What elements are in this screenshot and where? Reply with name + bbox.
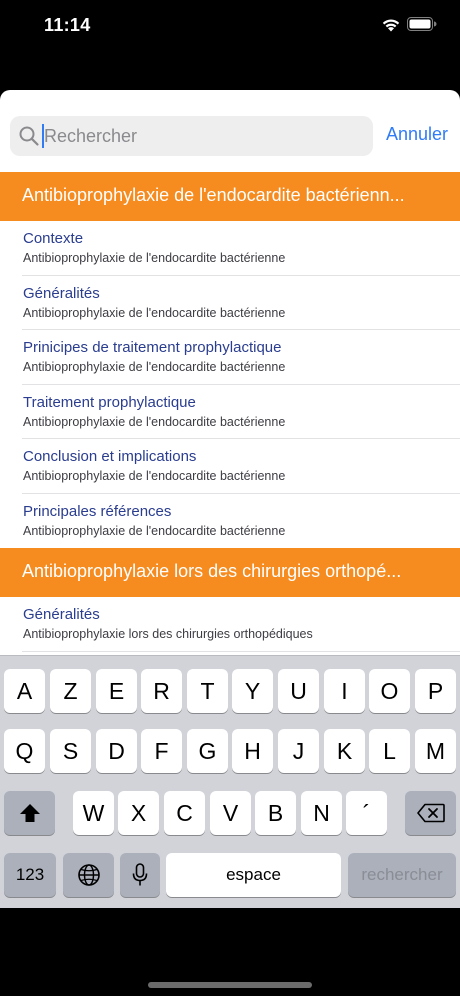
space-key[interactable]: espace — [166, 853, 341, 897]
home-indicator — [148, 982, 312, 988]
list-item-subtitle: Antibioprophylaxie de l'endocardite bact… — [23, 414, 286, 429]
key-r[interactable]: R — [141, 669, 182, 713]
list-item-subtitle: Antibioprophylaxie de l'endocardite bact… — [23, 469, 286, 483]
key-f[interactable]: F — [141, 729, 182, 773]
list-item-title: Prinicipes de traitement prophylactique — [23, 339, 282, 356]
list-item-subtitle: Antibioprophylaxie de l'endocardite bact… — [23, 251, 286, 265]
key-x[interactable]: X — [118, 791, 159, 835]
key-acute-accent[interactable]: ´ — [346, 791, 387, 835]
key-e[interactable]: E — [96, 669, 137, 713]
key-u[interactable]: U — [278, 669, 319, 713]
key-k[interactable]: K — [324, 729, 365, 773]
globe-key[interactable] — [63, 853, 114, 897]
list-item-subtitle: Antibioprophylaxie de l'endocardite bact… — [23, 305, 286, 320]
status-time: 11:14 — [44, 15, 91, 35]
microphone-icon — [132, 863, 148, 886]
key-b[interactable]: B — [255, 791, 296, 835]
search-results: Antibioprophylaxie de l'endocardite bact… — [0, 172, 460, 652]
key-z[interactable]: Z — [50, 669, 91, 713]
search-input[interactable] — [44, 116, 364, 156]
key-q[interactable]: Q — [4, 729, 45, 773]
section-header: Antibioprophylaxie lors des chirurgies o… — [0, 548, 460, 597]
key-v[interactable]: V — [210, 791, 251, 835]
list-item[interactable]: Principales références Antibioprophylaxi… — [0, 494, 460, 549]
list-item[interactable]: Généralités Antibioprophylaxie de l'endo… — [0, 276, 460, 331]
key-n[interactable]: N — [301, 791, 342, 835]
section-header: Antibioprophylaxie de l'endocardite bact… — [0, 172, 460, 221]
key-p[interactable]: P — [415, 669, 456, 713]
battery-icon — [407, 17, 437, 31]
key-h[interactable]: H — [232, 729, 273, 773]
key-y[interactable]: Y — [232, 669, 273, 713]
search-bar: Annuler — [10, 116, 450, 156]
list-item-subtitle: Antibioprophylaxie lors des chirurgies o… — [23, 627, 313, 641]
list-item-subtitle: Antibioprophylaxie de l'endocardite bact… — [23, 360, 286, 374]
list-item-title: Traitement prophylactique — [23, 393, 196, 411]
key-s[interactable]: S — [50, 729, 91, 773]
list-item-title: Généralités — [23, 606, 100, 623]
status-bar: 11:14 — [0, 0, 460, 52]
key-l[interactable]: L — [369, 729, 410, 773]
key-g[interactable]: G — [187, 729, 228, 773]
key-j[interactable]: J — [278, 729, 319, 773]
key-t[interactable]: T — [187, 669, 228, 713]
delete-key[interactable] — [405, 791, 456, 835]
list-item-title: Contexte — [23, 230, 84, 247]
list-item[interactable]: Prinicipes de traitement prophylactique … — [0, 330, 460, 385]
key-c[interactable]: C — [164, 791, 205, 835]
keyboard: A Z E R T Y U I O P Q S D F G H J K L M … — [0, 655, 460, 908]
cancel-button[interactable]: Annuler — [386, 124, 448, 145]
key-a[interactable]: A — [4, 669, 45, 713]
shift-icon — [19, 804, 40, 822]
search-field[interactable] — [10, 116, 373, 156]
list-item-title: Conclusion et implications — [23, 448, 197, 465]
list-item[interactable]: Traitement prophylactique Antibioprophyl… — [0, 385, 460, 440]
list-item[interactable]: Conclusion et implications Antibioprophy… — [0, 439, 460, 494]
key-w[interactable]: W — [73, 791, 114, 835]
microphone-key[interactable] — [120, 853, 160, 897]
search-key[interactable]: rechercher — [348, 853, 456, 897]
list-item[interactable]: Généralités Antibioprophylaxie lors des … — [0, 597, 460, 652]
key-m[interactable]: M — [415, 729, 456, 773]
list-item-title: Généralités — [23, 284, 100, 302]
search-icon — [19, 126, 39, 146]
delete-icon — [416, 803, 445, 823]
key-i[interactable]: I — [324, 669, 365, 713]
numbers-key[interactable]: 123 — [4, 853, 56, 897]
globe-icon — [77, 864, 100, 886]
wifi-icon — [382, 19, 400, 32]
list-item-title: Principales références — [23, 502, 172, 520]
list-item-subtitle: Antibioprophylaxie de l'endocardite bact… — [23, 523, 286, 538]
key-o[interactable]: O — [369, 669, 410, 713]
shift-key[interactable] — [4, 791, 55, 835]
key-d[interactable]: D — [96, 729, 137, 773]
list-item[interactable]: Contexte Antibioprophylaxie de l'endocar… — [0, 221, 460, 276]
